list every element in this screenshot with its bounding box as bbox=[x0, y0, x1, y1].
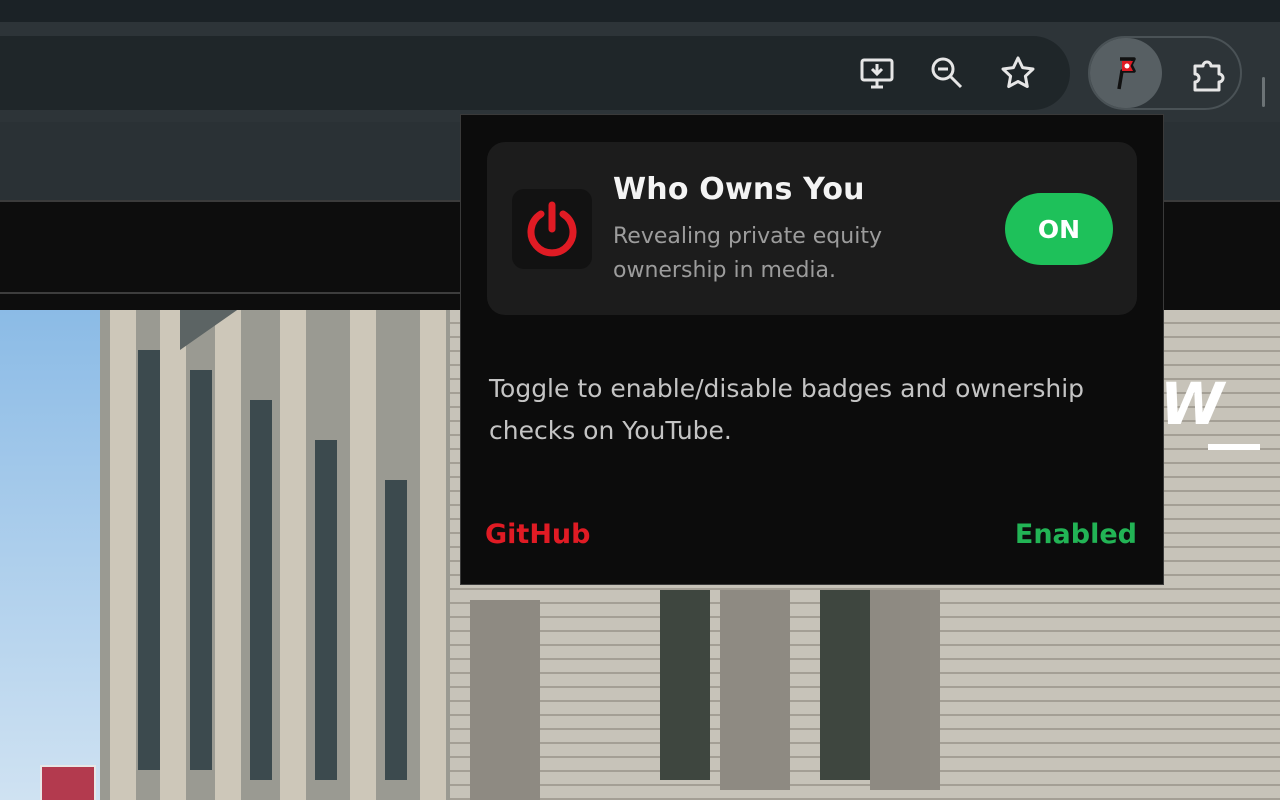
extension-pin-icon bbox=[1104, 51, 1148, 95]
power-icon bbox=[527, 201, 577, 257]
building-facade bbox=[100, 310, 460, 800]
app-title: Who Owns You bbox=[613, 172, 865, 207]
extensions-puzzle-icon[interactable] bbox=[1186, 52, 1230, 96]
sky bbox=[0, 310, 110, 800]
app-subtitle: Revealing private equity ownership in me… bbox=[613, 224, 882, 283]
description-text: Toggle to enable/disable badges and owne… bbox=[489, 374, 1085, 445]
extension-popup: Who Owns You Revealing private equity ow… bbox=[460, 114, 1164, 585]
status-label: Enabled bbox=[1014, 519, 1137, 550]
enable-toggle[interactable]: ON bbox=[1005, 193, 1113, 265]
zoom-icon[interactable] bbox=[925, 51, 969, 95]
app-logo bbox=[512, 189, 592, 269]
header-card: Who Owns You Revealing private equity ow… bbox=[487, 142, 1137, 315]
header-divider bbox=[0, 292, 460, 294]
browser-toolbar bbox=[0, 22, 1280, 122]
address-bar[interactable] bbox=[0, 36, 1070, 110]
video-overlay-underline bbox=[1208, 444, 1260, 450]
video-overlay-letter: W bbox=[1160, 370, 1224, 438]
github-link[interactable]: GitHub bbox=[485, 519, 590, 550]
install-app-icon[interactable] bbox=[855, 51, 899, 95]
bookmark-star-icon[interactable] bbox=[996, 51, 1040, 95]
toolbar-scroll-indicator bbox=[1262, 77, 1265, 107]
browser-top-strip bbox=[0, 0, 1280, 22]
street-sign bbox=[40, 765, 96, 800]
extension-pin-button[interactable] bbox=[1090, 38, 1162, 108]
